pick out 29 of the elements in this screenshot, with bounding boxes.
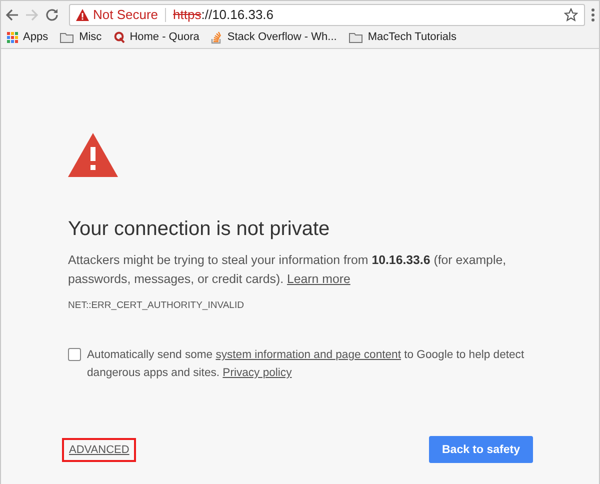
back-icon[interactable] (5, 8, 19, 22)
address-bar[interactable]: Not Secure https://10.16.33.6 (69, 4, 585, 26)
folder-icon (60, 32, 74, 42)
warning-icon (68, 133, 118, 177)
warning-icon (76, 8, 89, 20)
back-to-safety-button[interactable]: Back to safety (429, 436, 533, 463)
report-text: Automatically send some system information and page content to Google to help detect dangerous apps and sites. Privacy policy (87, 348, 526, 381)
menu-icon[interactable] (591, 8, 595, 22)
bookmark[interactable]: MacTech Tutorials (348, 31, 456, 43)
error-code: NET::ERR_CERT_AUTHORITY_INVALID (68, 300, 245, 311)
report-link[interactable]: Privacy policy (222, 367, 292, 379)
security-label: Not Secure (93, 7, 158, 22)
star-icon[interactable] (564, 8, 578, 22)
stack-icon (211, 30, 222, 44)
folder-icon (348, 32, 363, 42)
report-link[interactable]: system information and page content (216, 349, 401, 361)
reload-icon[interactable] (45, 8, 59, 22)
url-text: https://10.16.33.6 (173, 7, 274, 22)
report-checkbox[interactable] (68, 348, 81, 361)
bookmark[interactable]: Apps (7, 31, 48, 43)
bookmark[interactable]: Home - Quora (114, 31, 200, 43)
page-heading: Your connection is not private (68, 218, 331, 241)
quora-q-icon (114, 31, 125, 43)
learn-more-link[interactable]: Learn more (286, 272, 350, 286)
bookmark[interactable]: Stack Overflow - Wh... (211, 30, 337, 44)
bookmark[interactable]: Misc (60, 31, 102, 43)
advanced-link[interactable]: ADVANCED (62, 438, 136, 462)
apps-grid-icon (7, 32, 18, 42)
warning-message: Attackers might be trying to steal your information from 10.16.33.6 (for example, passwords, messages, or credit cards). Learn more (68, 252, 508, 288)
